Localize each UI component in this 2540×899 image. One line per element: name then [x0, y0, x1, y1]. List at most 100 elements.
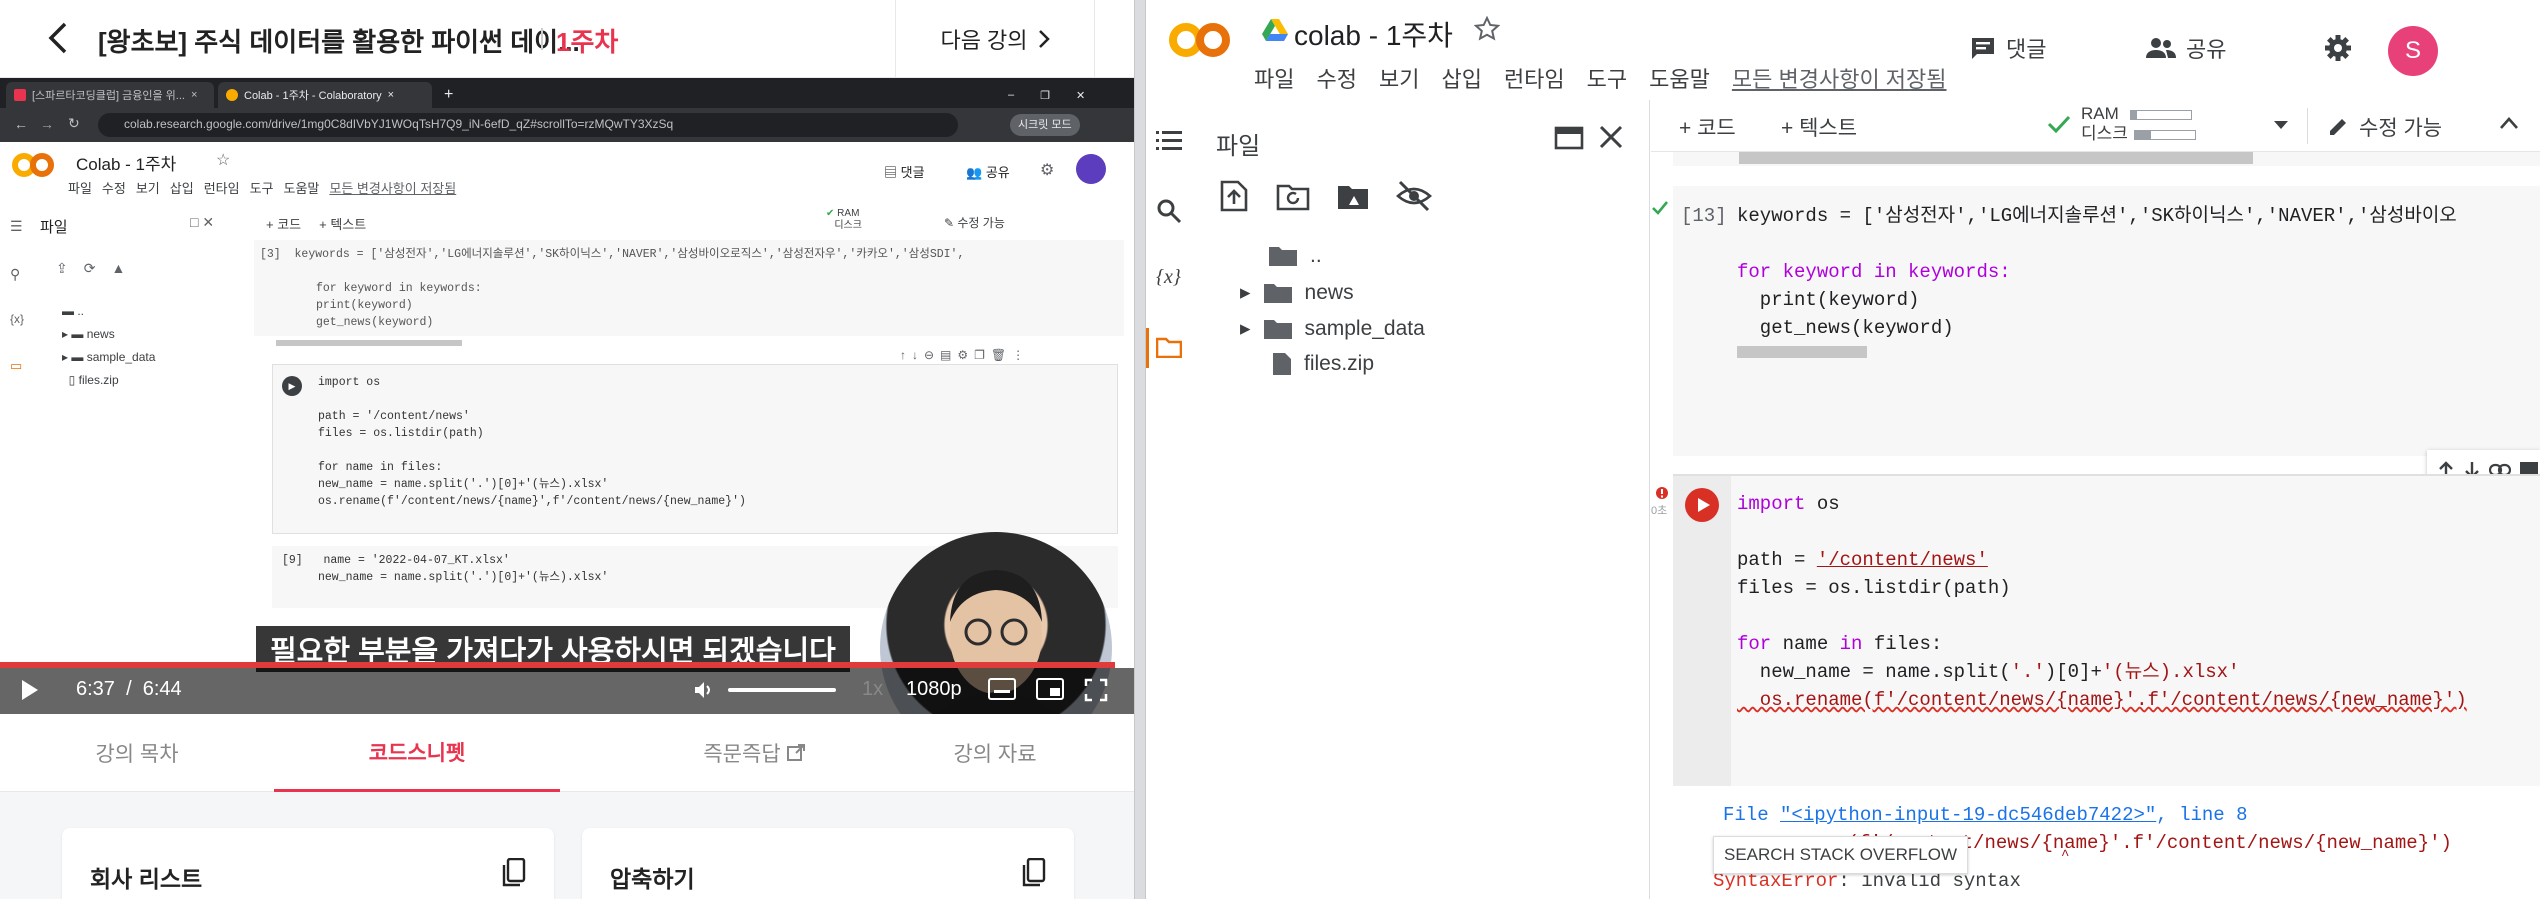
copy-icon[interactable] [500, 858, 526, 888]
minimize-icon[interactable]: – [1008, 89, 1014, 101]
mount-drive-icon[interactable] [1336, 180, 1370, 212]
browser-tab[interactable]: Colab - 1주차 - Colaboratory × [218, 82, 432, 108]
tree-item-sample-data[interactable]: ▸ sample_data [1240, 316, 1425, 341]
reload-icon[interactable]: ↻ [68, 115, 80, 132]
mini-scrollbar[interactable] [276, 340, 462, 346]
notebook-title[interactable]: colab - 1주차 [1294, 14, 1453, 54]
tab-qna[interactable]: 즉문즉답 [604, 714, 904, 792]
add-code-button[interactable]: + 코드 [266, 214, 301, 233]
horizontal-scrollbar[interactable] [1739, 152, 2253, 164]
drive-icon[interactable]: ▲ [111, 260, 125, 277]
menu-view[interactable]: 보기 [1379, 62, 1419, 94]
new-tab-icon[interactable]: + [436, 82, 461, 108]
captions-icon[interactable] [988, 678, 1016, 700]
close-icon[interactable] [1598, 124, 1624, 150]
hide-files-icon[interactable] [1396, 180, 1432, 212]
comments-button[interactable]: 댓글 [1970, 32, 2046, 64]
menu-runtime[interactable]: 런타임 [1504, 62, 1565, 94]
upload-icon[interactable]: ⇪ [56, 260, 68, 277]
mini-ram[interactable]: ✔ RAM 디스크 [826, 208, 862, 232]
play-icon[interactable] [20, 678, 40, 702]
gear-icon[interactable]: ⚙ [1040, 160, 1054, 180]
tree-item[interactable]: ▸ ▬ sample_data [62, 346, 155, 369]
open-in-tab-icon[interactable] [1554, 126, 1584, 150]
copy-icon[interactable] [1020, 858, 1046, 888]
ram-disk-indicator[interactable]: RAM 디스크 [2081, 104, 2196, 144]
browser-tab[interactable]: [스파르타코딩클럽] 금융인을 위... × [6, 82, 214, 108]
search-icon[interactable]: ⚲ [10, 266, 20, 283]
code-cell-2[interactable]: import os path = '/content/news' files =… [1673, 474, 2540, 786]
share-button[interactable]: 공유 [2146, 32, 2226, 64]
tree-item[interactable]: ▸ ▬ news [62, 323, 155, 346]
mini-share[interactable]: 👥 공유 [966, 162, 1010, 181]
snippet-card[interactable]: 압축하기 [582, 828, 1074, 899]
close-icon[interactable]: □ ✕ [190, 214, 214, 231]
tree-item-files-zip[interactable]: files.zip [1272, 352, 1374, 376]
tree-item-parent[interactable]: .. [1268, 244, 1322, 268]
close-icon[interactable]: × [388, 89, 394, 101]
toc-icon[interactable]: ☰ [10, 218, 23, 235]
chevron-down-icon[interactable] [2273, 120, 2289, 130]
mini-edit[interactable]: ✎ 수정 가능 [944, 214, 1005, 231]
pip-icon[interactable] [1036, 678, 1064, 700]
refresh-folder-icon[interactable] [1276, 180, 1310, 212]
mini-comments[interactable]: ▤ 댓글 [884, 162, 925, 181]
menu-file[interactable]: 파일 [1254, 62, 1294, 94]
volume-icon[interactable] [692, 678, 716, 702]
variables-icon[interactable]: {x} [1156, 266, 1181, 289]
back-icon[interactable] [40, 20, 76, 56]
tree-item[interactable]: ▬ .. [62, 300, 155, 323]
add-text-button[interactable]: + 텍스트 [1781, 112, 1857, 142]
folder-icon[interactable] [1156, 336, 1182, 358]
toc-icon[interactable] [1156, 130, 1182, 152]
menu-item[interactable]: 런타임 [204, 178, 240, 197]
traceback-link[interactable]: "<ipython-input-19-dc546deb7422>" [1780, 804, 2156, 826]
gear-icon[interactable] [2324, 34, 2352, 62]
menu-edit[interactable]: 수정 [1316, 62, 1356, 94]
volume-slider[interactable] [728, 688, 836, 692]
close-icon[interactable]: × [191, 89, 197, 101]
menu-help[interactable]: 도움말 [1649, 62, 1710, 94]
menu-item[interactable]: 파일 [68, 178, 92, 197]
tab-toc[interactable]: 강의 목차 [44, 714, 230, 792]
saved-status[interactable]: 모든 변경사항이 저장됨 [1732, 62, 1947, 94]
add-code-button[interactable]: + 코드 [1679, 112, 1736, 142]
avatar[interactable] [1076, 154, 1106, 184]
avatar[interactable]: S [2388, 26, 2438, 76]
quality-button[interactable]: 1080p [906, 678, 962, 701]
tree-item[interactable]: ▯ files.zip [62, 369, 155, 392]
code-cell-1[interactable]: [13] keywords = ['삼성전자','LG에너지솔루션','SK하이… [1673, 186, 2540, 456]
mini-cell-tools[interactable]: ↑↓⊖▤⚙❐🗑⋮ [900, 348, 1030, 362]
menu-item[interactable]: 도움말 [284, 178, 320, 197]
expand-icon[interactable]: ▸ [1240, 316, 1251, 341]
run-cell-icon[interactable]: ▶ [282, 376, 302, 396]
tab-materials[interactable]: 강의 자료 [900, 714, 1090, 792]
tab-code-snippet[interactable]: 코드스니펫 [274, 714, 560, 792]
menu-item[interactable]: 도구 [250, 178, 274, 197]
menu-item[interactable]: 보기 [136, 178, 160, 197]
add-text-button[interactable]: + 텍스트 [319, 214, 366, 233]
variables-icon[interactable]: {x} [10, 312, 24, 326]
refresh-folder-icon[interactable]: ⟳ [84, 260, 96, 277]
menu-insert[interactable]: 삽입 [1441, 62, 1481, 94]
window-divider[interactable] [1134, 0, 1146, 899]
star-icon[interactable] [1474, 16, 1500, 42]
expand-icon[interactable]: ▸ [1240, 280, 1251, 305]
url-field[interactable]: colab.research.google.com/drive/1mg0C8dI… [98, 113, 958, 137]
folder-icon[interactable]: ▭ [10, 358, 22, 374]
cell-scrollbar[interactable] [1737, 346, 1867, 358]
chevron-up-icon[interactable] [2499, 116, 2519, 130]
snippet-card[interactable]: 회사 리스트 [62, 828, 554, 899]
close-window-icon[interactable]: ✕ [1076, 89, 1085, 102]
tree-item-news[interactable]: ▸ news [1240, 280, 1354, 305]
nav-back-icon[interactable]: ← [14, 116, 28, 132]
upload-icon[interactable] [1218, 180, 1250, 212]
speed-button[interactable]: 1x [862, 678, 883, 701]
video-player[interactable]: [스파르타코딩클럽] 금융인을 위... × Colab - 1주차 - Col… [0, 78, 1134, 714]
menu-tools[interactable]: 도구 [1587, 62, 1627, 94]
search-icon[interactable] [1156, 198, 1182, 224]
next-lecture-button[interactable]: 다음 강의 [895, 0, 1095, 78]
menu-item[interactable]: 삽입 [170, 178, 194, 197]
restore-icon[interactable]: ❐ [1040, 89, 1050, 102]
edit-mode-button[interactable]: 수정 가능 [2327, 112, 2442, 142]
